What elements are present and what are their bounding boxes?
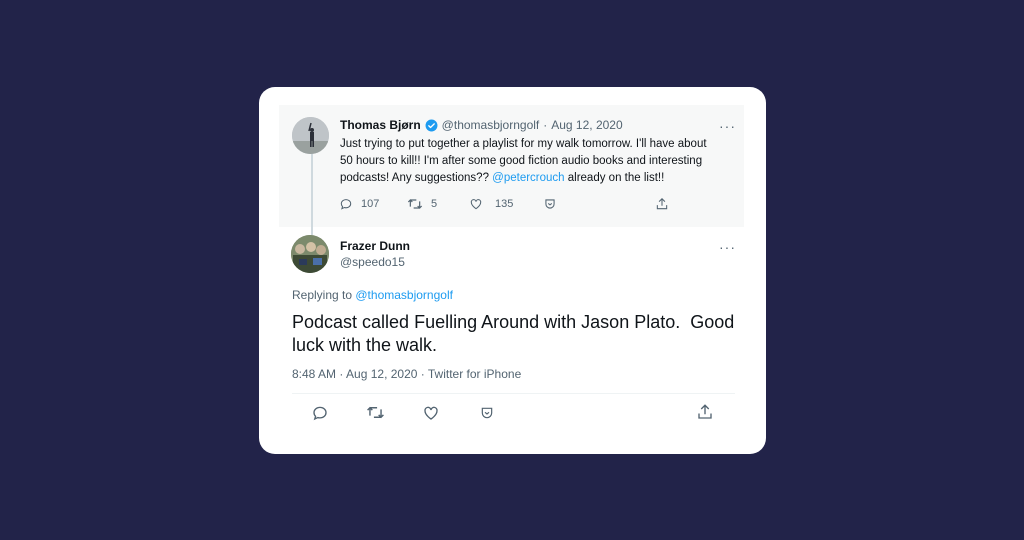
parent-text-part2: already on the list!! — [564, 172, 665, 184]
reply-display-name[interactable]: Frazer Dunn — [340, 239, 410, 253]
parent-save-action[interactable] — [543, 197, 557, 211]
retweet-icon — [367, 406, 384, 419]
parent-tweet-header: Thomas Bjørn @thomasbjorngolf · Aug 12, … — [340, 118, 623, 132]
like-icon — [424, 406, 438, 420]
thread-connector-line — [311, 153, 313, 235]
parent-like-action[interactable]: 135 — [469, 197, 513, 211]
reply-more-icon[interactable]: ··· — [719, 240, 736, 254]
replying-to-link[interactable]: @thomasbjorngolf — [355, 288, 453, 302]
reply-share-action[interactable] — [696, 403, 714, 421]
parent-reply-count: 107 — [361, 198, 380, 210]
like-icon — [470, 199, 482, 210]
parent-retweet-count: 5 — [431, 198, 438, 210]
parent-date[interactable]: Aug 12, 2020 — [551, 118, 622, 132]
retweet-icon — [407, 199, 423, 209]
parent-retweet-action[interactable]: 5 — [407, 197, 437, 211]
parent-like-count: 135 — [495, 198, 514, 210]
parent-separator: · — [543, 118, 548, 132]
reply-like-action[interactable] — [422, 404, 440, 422]
replying-to-line: Replying to @thomasbjorngolf — [292, 288, 453, 302]
parent-more-icon[interactable]: ··· — [719, 119, 736, 133]
parent-share-action[interactable] — [655, 197, 669, 211]
replying-to-prefix: Replying to — [292, 288, 356, 302]
reply-icon — [340, 199, 352, 210]
parent-mention-link[interactable]: @petercrouch — [492, 172, 564, 184]
reply-save-action[interactable] — [479, 405, 495, 421]
reply-handle-row: @speedo15 — [340, 255, 405, 269]
parent-handle[interactable]: @thomasbjorngolf — [442, 118, 540, 132]
reply-reply-action[interactable] — [311, 404, 329, 422]
tweet-card: Thomas Bjørn @thomasbjorngolf · Aug 12, … — [259, 87, 766, 454]
reply-divider — [292, 393, 735, 394]
reply-retweet-action[interactable] — [366, 404, 385, 421]
reply-tweet-text: Podcast called Fuelling Around with Jaso… — [292, 312, 740, 355]
save-icon — [545, 199, 555, 209]
save-icon — [481, 407, 493, 419]
parent-display-name[interactable]: Thomas Bjørn — [340, 118, 421, 132]
avatar-frazer[interactable] — [291, 235, 329, 273]
reply-handle[interactable]: @speedo15 — [340, 255, 405, 269]
reply-icon — [313, 406, 327, 421]
share-icon — [656, 198, 668, 210]
share-icon — [698, 404, 712, 419]
reply-meta[interactable]: 8:48 AM · Aug 12, 2020 · Twitter for iPh… — [292, 367, 521, 381]
parent-tweet-text: Just trying to put together a playlist f… — [340, 136, 715, 187]
avatar-thomas[interactable] — [292, 117, 329, 154]
reply-name-row: Frazer Dunn — [340, 239, 410, 253]
parent-reply-action[interactable]: 107 — [339, 197, 379, 211]
verified-badge-icon — [425, 119, 438, 132]
